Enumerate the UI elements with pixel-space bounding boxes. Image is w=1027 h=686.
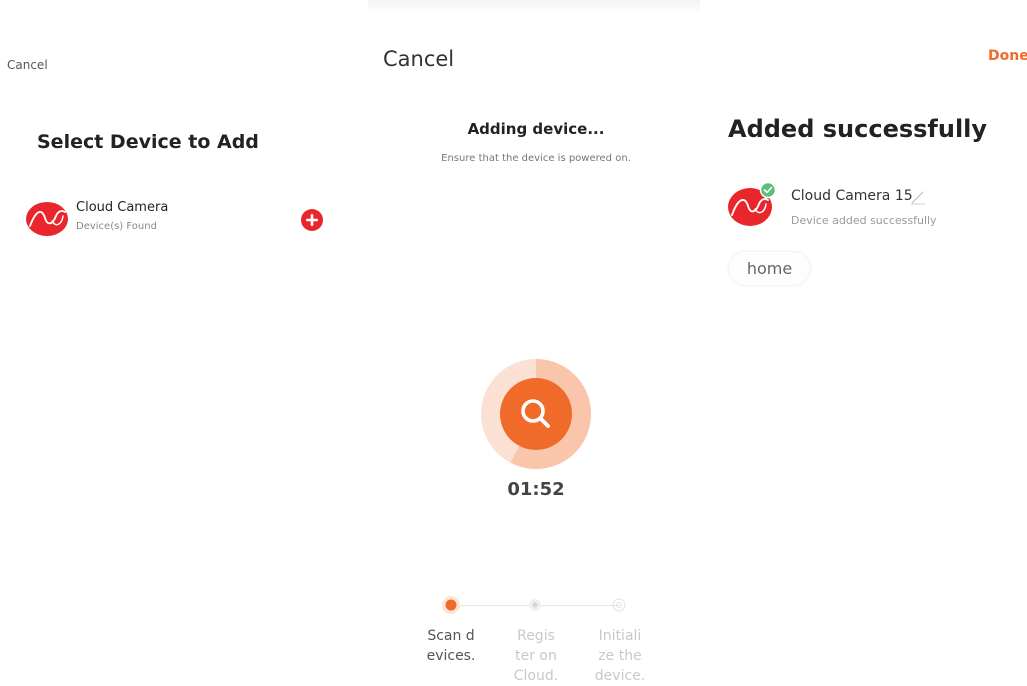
step-label-initialize: Initiali ze the device.	[588, 626, 652, 686]
step-label-scan: Scan d evices.	[419, 626, 483, 666]
device-status: Device(s) Found	[76, 221, 157, 232]
step-label-register: Regis ter on Cloud.	[504, 626, 568, 686]
cloud-camera-logo-icon	[728, 182, 777, 226]
app-screens: Cancel Select Device to Add Cloud Camera…	[0, 0, 1027, 686]
step-pending-icon	[612, 598, 626, 612]
step-label-line: Regis	[517, 628, 555, 644]
step-label-line: ze the	[598, 648, 642, 664]
check-badge-icon	[759, 182, 777, 199]
step-pending-icon	[529, 599, 541, 611]
step-active-icon	[442, 596, 460, 614]
step-label-line: Scan d	[427, 628, 475, 644]
power-hint-text: Ensure that the device is powered on.	[441, 153, 631, 164]
step-label-line: ter on	[515, 648, 557, 664]
done-button[interactable]: Done	[988, 48, 1027, 64]
plus-circle-icon[interactable]	[301, 209, 323, 231]
device-name: Cloud Camera 15	[791, 188, 913, 204]
step-label-line: device.	[594, 668, 646, 684]
cancel-button[interactable]: Cancel	[7, 58, 48, 72]
step-label-line: evices.	[426, 648, 476, 664]
room-chip-home[interactable]: home	[729, 252, 810, 285]
top-shade	[368, 0, 700, 14]
page-title: Added successfully	[728, 115, 988, 143]
countdown-timer: 01:52	[507, 479, 565, 500]
pencil-icon[interactable]	[910, 189, 926, 205]
step-label-line: Cloud.	[513, 668, 559, 684]
page-title: Select Device to Add	[37, 131, 259, 153]
cancel-button[interactable]: Cancel	[383, 47, 454, 71]
step-label-line: Initiali	[598, 628, 642, 644]
device-status: Device added successfully	[791, 214, 937, 227]
cloud-camera-logo-icon	[26, 202, 68, 236]
device-name: Cloud Camera	[76, 200, 169, 215]
page-title: Adding device...	[467, 120, 605, 138]
scan-progress-graphic	[481, 358, 592, 469]
device-list-item[interactable]: Cloud Camera Device(s) Found	[26, 196, 326, 244]
